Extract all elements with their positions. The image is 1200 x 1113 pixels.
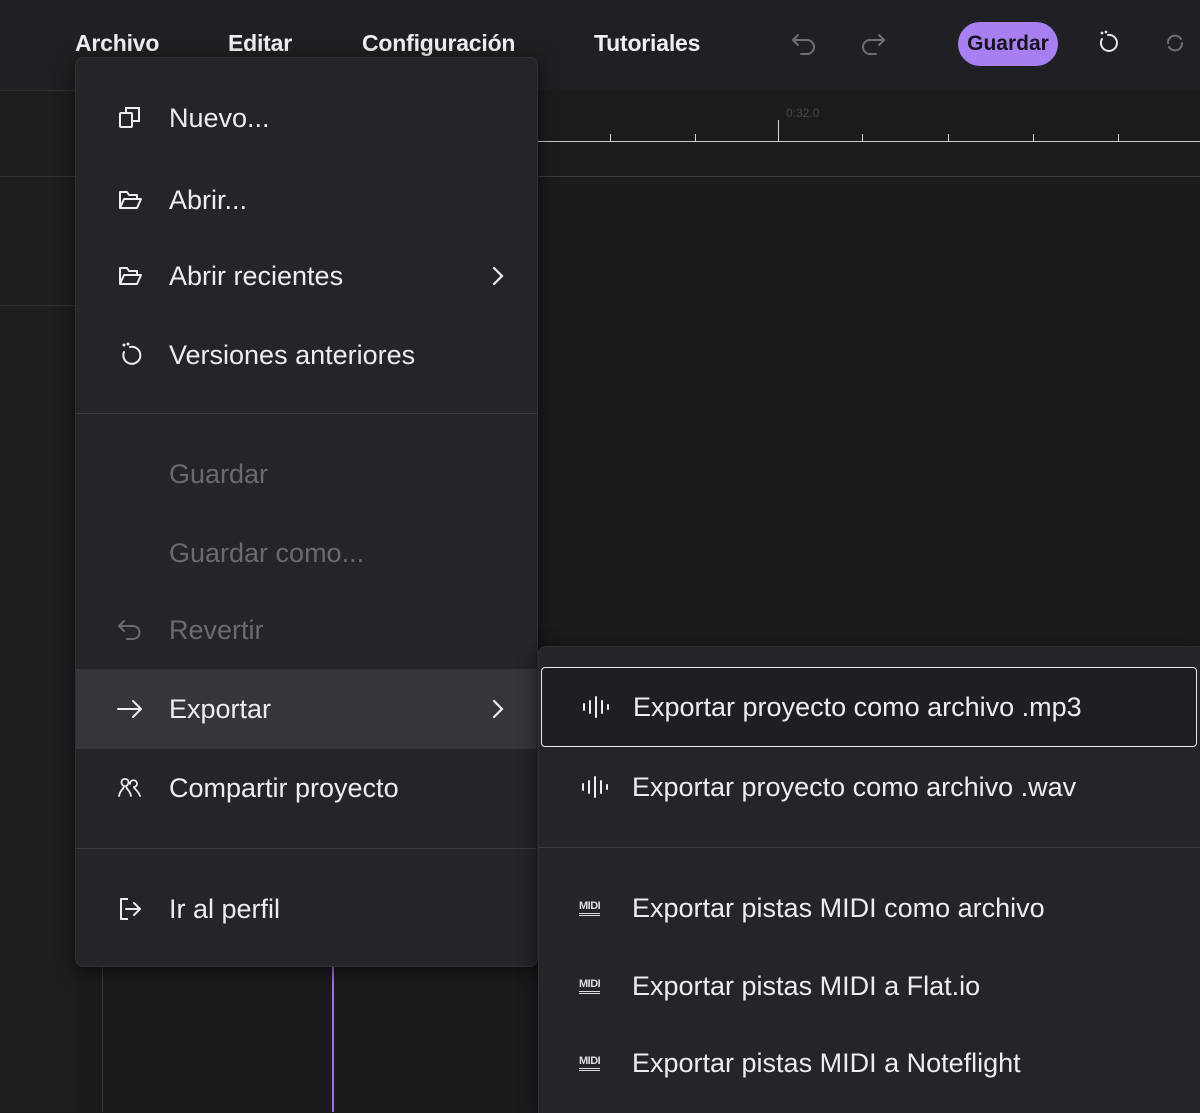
timeline-ruler[interactable]: 0:32.0 — [538, 90, 1200, 177]
track-header-strip — [0, 90, 76, 1112]
arrow-right-icon — [116, 695, 144, 723]
menu-item-abrir[interactable]: Abrir... — [76, 160, 537, 240]
share-users-icon — [116, 774, 144, 802]
audio-wave-icon — [582, 776, 608, 798]
menu-tutoriales[interactable]: Tutoriales — [594, 30, 700, 57]
menu-item-label: Revertir — [169, 614, 264, 645]
sync-icon[interactable] — [1160, 28, 1190, 58]
ruler-tick — [610, 134, 611, 142]
playhead[interactable] — [332, 966, 334, 1112]
menu-separator — [76, 848, 537, 849]
save-button[interactable]: Guardar — [958, 22, 1058, 66]
menu-item-label: Guardar — [169, 458, 269, 489]
menu-editar[interactable]: Editar — [228, 30, 292, 57]
ruler-tick-major — [778, 120, 779, 142]
export-submenu: Exportar proyecto como archivo .mp3 Expo… — [538, 646, 1200, 1113]
submenu-item-export-mp3[interactable]: Exportar proyecto como archivo .mp3 — [541, 667, 1197, 747]
submenu-item-label: Exportar pistas MIDI como archivo — [632, 892, 1045, 923]
redo-icon[interactable] — [857, 28, 887, 58]
ruler-baseline — [538, 141, 1200, 142]
submenu-item-label: Exportar proyecto como archivo .mp3 — [633, 691, 1082, 722]
profile-exit-icon — [116, 895, 144, 923]
track-column-divider — [102, 966, 103, 1112]
submenu-item-label: Exportar proyecto como archivo .wav — [632, 771, 1077, 802]
folder-open-icon — [116, 186, 144, 214]
menu-item-label: Compartir proyecto — [169, 772, 399, 803]
ruler-tick — [948, 134, 949, 142]
menu-item-nuevo[interactable]: Nuevo... — [76, 78, 537, 158]
menu-separator — [76, 413, 537, 414]
submenu-item-export-wav[interactable]: Exportar proyecto como archivo .wav — [539, 747, 1200, 827]
history-icon[interactable] — [1093, 28, 1123, 58]
menu-item-ir-al-perfil[interactable]: Ir al perfil — [76, 869, 537, 949]
chevron-right-icon — [492, 699, 504, 719]
ruler-tick — [1118, 134, 1119, 142]
menu-item-label: Ir al perfil — [169, 893, 281, 924]
submenu-item-label: Exportar pistas MIDI a Flat.io — [632, 970, 981, 1001]
audio-wave-icon — [583, 696, 609, 718]
ruler-tick — [695, 134, 696, 142]
submenu-item-export-midi-file[interactable]: MIDI Exportar pistas MIDI como archivo — [539, 868, 1200, 948]
menu-item-compartir-proyecto[interactable]: Compartir proyecto — [76, 748, 537, 828]
submenu-separator — [539, 847, 1200, 848]
divider — [0, 305, 76, 306]
menu-item-exportar[interactable]: Exportar — [76, 669, 537, 749]
submenu-item-export-midi-noteflight[interactable]: MIDI Exportar pistas MIDI a Noteflight — [539, 1023, 1200, 1103]
menu-item-label: Abrir recientes — [169, 260, 344, 291]
divider — [0, 176, 76, 177]
ruler-tick — [862, 134, 863, 142]
ruler-tick — [1033, 134, 1034, 142]
menu-item-versiones-anteriores[interactable]: Versiones anteriores — [76, 315, 537, 395]
submenu-item-export-midi-flat[interactable]: MIDI Exportar pistas MIDI a Flat.io — [539, 946, 1200, 1026]
midi-icon: MIDI — [579, 978, 601, 994]
menu-item-revertir[interactable]: Revertir — [76, 590, 537, 670]
menu-item-guardar[interactable]: Guardar — [76, 434, 537, 514]
menu-item-label: Versiones anteriores — [169, 339, 416, 370]
ruler-time-label: 0:32.0 — [786, 106, 820, 120]
menu-item-label: Nuevo... — [169, 102, 270, 133]
submenu-item-label: Exportar pistas MIDI a Noteflight — [632, 1047, 1021, 1078]
menu-item-label: Exportar — [169, 693, 272, 724]
menu-item-abrir-recientes[interactable]: Abrir recientes — [76, 236, 537, 316]
menu-item-guardar-como[interactable]: Guardar como... — [76, 513, 537, 593]
menu-archivo[interactable]: Archivo — [75, 30, 159, 57]
menu-item-label: Abrir... — [169, 184, 248, 215]
menu-configuracion[interactable]: Configuración — [362, 30, 515, 57]
history-icon — [116, 341, 144, 369]
undo-icon — [116, 616, 144, 644]
folder-open-icon — [116, 262, 144, 290]
chevron-right-icon — [492, 266, 504, 286]
new-copy-icon — [116, 104, 144, 132]
undo-icon[interactable] — [790, 28, 820, 58]
file-menu: Nuevo... Abrir... Abrir recientes Versio… — [75, 57, 538, 967]
midi-icon: MIDI — [579, 900, 601, 916]
menu-item-label: Guardar como... — [169, 537, 365, 568]
midi-icon: MIDI — [579, 1055, 601, 1071]
